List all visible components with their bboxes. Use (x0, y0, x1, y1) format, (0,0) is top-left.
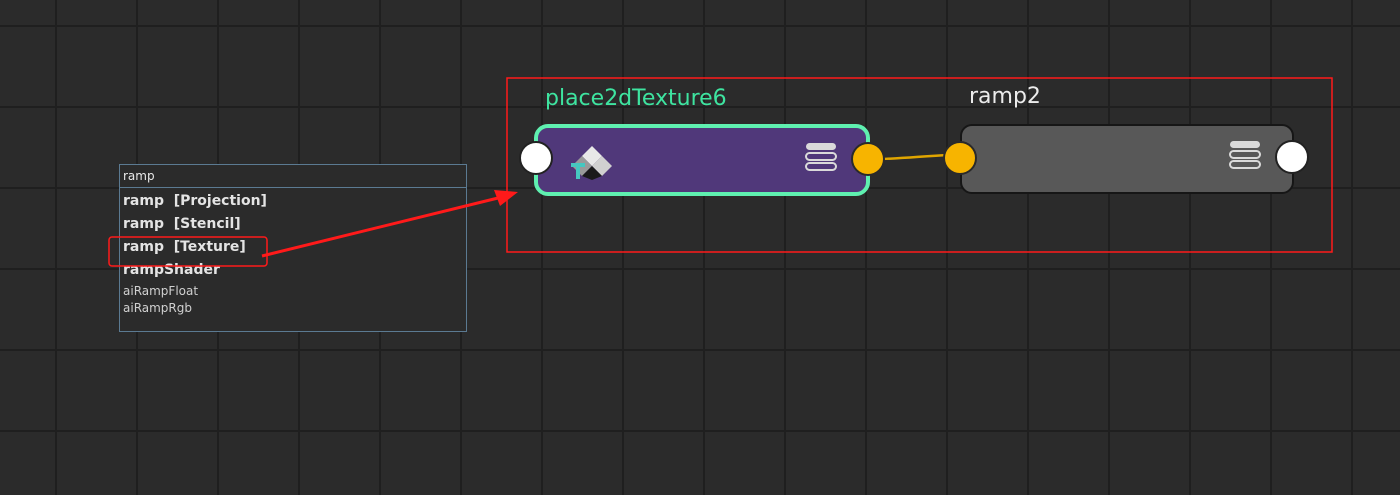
annotation-overlay (108, 77, 1333, 267)
node-group-highlight-box (506, 77, 1333, 253)
ramp-texture-highlight-box (108, 236, 268, 267)
arrow-annotation (261, 196, 499, 258)
arrow-annotation-head (494, 190, 518, 206)
